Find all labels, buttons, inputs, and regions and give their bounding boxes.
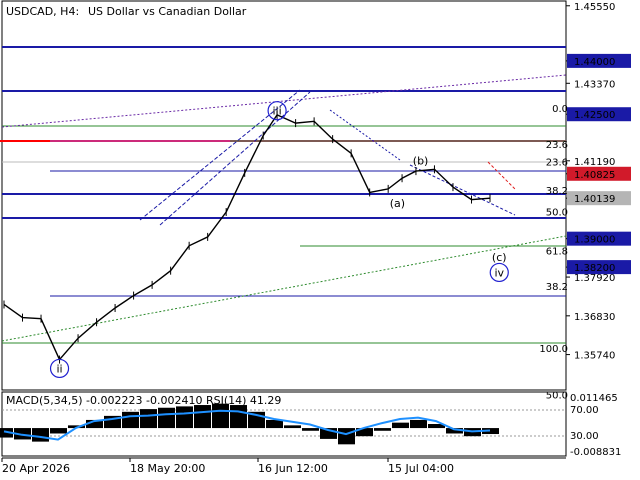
macd-bar: [302, 428, 319, 431]
x-tick-label: 18 May 20:00: [130, 462, 205, 475]
wave-label: iii: [272, 105, 281, 118]
fib-label: 50.0: [546, 207, 568, 218]
macd-bar: [266, 419, 283, 429]
fib-label: 38.2: [546, 186, 568, 197]
fib-label: 38.2: [546, 282, 568, 293]
level-lines: [0, 46, 567, 344]
x-axis: 20 Apr 2026 18 May 20:00 16 Jun 12:00 15 Ju…: [1, 458, 454, 475]
fib-label: 23.6: [546, 140, 568, 151]
wave-c-guide: [409, 164, 516, 216]
price-box-label: 1.38200: [574, 263, 615, 274]
y-tick-label: 1.37920: [574, 273, 615, 284]
indicator-title: MACD(5,34,5) -0.002223 -0.002410 RSI(14)…: [6, 394, 281, 407]
wave-iii-channel-b: [159, 91, 311, 226]
x-tick-label: 16 Jun 12:00: [258, 462, 328, 475]
price-box-label: 1.42500: [574, 110, 615, 121]
y-tick-label: 1.45550: [574, 2, 615, 13]
macd-bar: [158, 407, 175, 429]
price-box-label: 1.40139: [574, 194, 615, 205]
macd-bar: [50, 428, 67, 434]
macd-bar: [194, 405, 211, 429]
price-box-label: 1.44000: [574, 57, 615, 68]
macd-bar: [374, 428, 391, 431]
macd-bar: [392, 422, 409, 429]
chart-window: 0.0 23.6 23.6 38.2 50.0 61.8 38.2 100.0 50.0 ii i…: [0, 0, 640, 480]
fib-label: 100.0: [539, 344, 568, 355]
wave-label: (a): [390, 197, 405, 210]
wave-a-guide: [329, 109, 401, 161]
symbol-timeframe: USDCAD, H4:: [6, 5, 79, 18]
macd-bar: [32, 428, 49, 442]
y-tick-label: 1.43370: [574, 79, 615, 90]
upper-channel-line: [1, 74, 567, 128]
indicator-y-tick: 0.011465: [570, 393, 618, 404]
wave-label: (c): [492, 251, 507, 264]
fib-label: 61.8: [546, 246, 568, 257]
y-tick-label: 1.36830: [574, 312, 615, 323]
price-box-label: 1.40825: [574, 170, 615, 181]
y-tick-label: 1.41190: [574, 157, 615, 168]
price-box-label: 1.39000: [574, 235, 615, 246]
price-line: [3, 114, 491, 361]
fib-label: 0.0: [552, 104, 568, 115]
indicator-y-tick: -0.008831: [570, 447, 621, 458]
macd-bar: [176, 406, 193, 429]
macd-bar: [284, 425, 301, 429]
macd-bar: [212, 403, 229, 429]
macd-bar: [140, 409, 157, 429]
indicator-y-axis: 0.01146570.00 30.00 -0.008831: [570, 393, 621, 458]
wave-label: ii: [56, 362, 62, 375]
indicator-y-tick: 30.00: [570, 431, 599, 442]
projection-red: [487, 161, 517, 191]
macd-bar: [230, 405, 247, 429]
fib-label: 50.0: [546, 390, 568, 401]
wave-label: iv: [494, 266, 504, 279]
wave-labels: iiiii(a)(b)(c)iv: [49, 101, 509, 379]
instrument-name: US Dollar vs Canadian Dollar: [88, 5, 247, 18]
y-tick-label: 1.35740: [574, 351, 615, 362]
wave-label: (b): [413, 154, 429, 167]
indicator-y-tick: 70.00: [570, 405, 599, 416]
fib-labels: 0.0 23.6 23.6 38.2 50.0 61.8 38.2 100.0 50.0: [539, 104, 568, 401]
fib-label: 23.6: [546, 158, 568, 169]
price-chart[interactable]: 0.023.623.638.250.061.838.2100.050.0 iii…: [0, 0, 640, 480]
x-tick-label: 20 Apr 2026: [2, 462, 70, 475]
macd-bar: [122, 411, 139, 429]
lower-channel-line: [1, 235, 567, 342]
macd-bar: [338, 428, 355, 445]
price-series: [3, 110, 491, 364]
macd-bar: [410, 419, 427, 429]
x-tick-label: 15 Jul 04:00: [388, 462, 454, 475]
indicator-pane: [0, 403, 566, 445]
